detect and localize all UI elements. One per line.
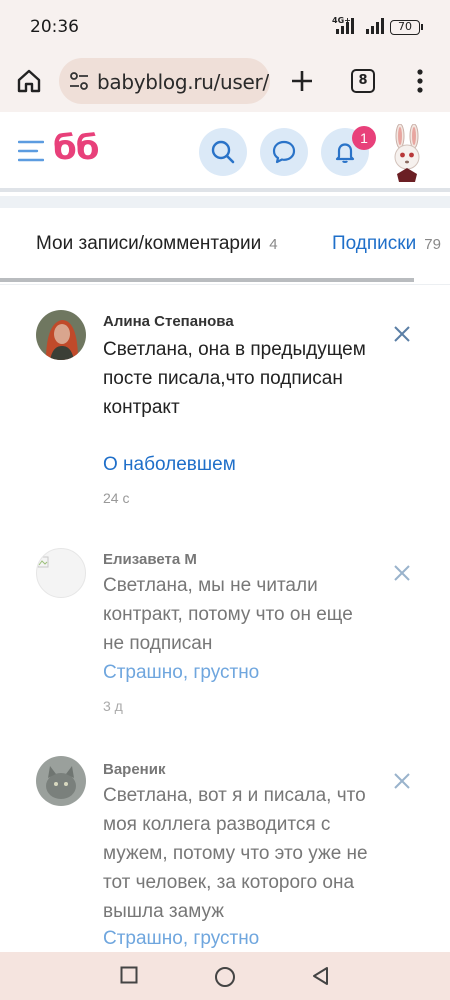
comment-post-link[interactable]: Страшно, грустно bbox=[103, 662, 259, 684]
comments-panel: Мои записи/комментарии 4 Подписки 79 Алина… bbox=[0, 208, 450, 952]
author-photo bbox=[36, 756, 86, 806]
header-gap bbox=[0, 196, 450, 208]
user-avatar[interactable] bbox=[389, 124, 425, 182]
close-icon[interactable] bbox=[393, 772, 411, 790]
recent-apps-icon[interactable] bbox=[120, 966, 138, 984]
tab-switcher-button[interactable]: 8 bbox=[351, 69, 375, 93]
comment-text: Светлана, мы не читали контракт, потому … bbox=[103, 575, 353, 654]
author-photo bbox=[36, 310, 86, 360]
site-header: бб 1 bbox=[0, 112, 450, 192]
comment-author[interactable]: Вареник bbox=[103, 761, 165, 778]
comment-time: 3 д bbox=[103, 698, 123, 714]
back-icon[interactable] bbox=[311, 966, 329, 986]
tab-bar: Мои записи/комментарии 4 Подписки 79 bbox=[0, 208, 450, 284]
tab-my-posts[interactable]: Мои записи/комментарии 4 bbox=[36, 233, 278, 255]
comment-time: 24 с bbox=[103, 490, 130, 506]
broken-image-icon bbox=[37, 556, 49, 568]
new-tab-icon[interactable] bbox=[290, 69, 314, 93]
comment-text: Светлана, вот я и писала, что моя коллег… bbox=[103, 785, 368, 922]
comment-text: Светлана, она в предыдущем посте писала,… bbox=[103, 339, 366, 418]
tab-subscriptions-count: 79 bbox=[424, 236, 441, 253]
divider bbox=[0, 284, 450, 285]
messages-button[interactable] bbox=[260, 128, 308, 176]
comment-author[interactable]: Елизавета М bbox=[103, 551, 197, 568]
comment-author-avatar[interactable] bbox=[36, 310, 86, 360]
close-icon[interactable] bbox=[393, 325, 411, 343]
search-icon bbox=[211, 140, 235, 164]
comment-author[interactable]: Алина Степанова bbox=[103, 313, 234, 330]
cell-signal-icon bbox=[336, 18, 354, 34]
url-text: babyblog.ru/user/n bbox=[97, 70, 270, 94]
battery-icon: 70 bbox=[390, 20, 423, 35]
system-nav-bar bbox=[0, 952, 450, 1000]
comment-author-avatar[interactable] bbox=[36, 756, 86, 806]
address-bar[interactable]: babyblog.ru/user/n bbox=[59, 58, 270, 104]
chat-icon bbox=[272, 140, 296, 164]
tab-subscriptions-label: Подписки bbox=[332, 233, 417, 254]
status-bar: 20:36 4G+ 70 bbox=[0, 0, 450, 52]
site-settings-icon[interactable] bbox=[69, 71, 89, 91]
home-circle-icon[interactable] bbox=[214, 966, 236, 988]
hamburger-menu-icon[interactable] bbox=[18, 140, 44, 162]
browser-toolbar: babyblog.ru/user/n 8 bbox=[0, 52, 450, 112]
site-logo[interactable]: бб bbox=[53, 128, 99, 168]
home-icon[interactable] bbox=[16, 68, 42, 94]
search-button[interactable] bbox=[199, 128, 247, 176]
active-tab-indicator bbox=[0, 278, 414, 282]
more-menu-icon[interactable] bbox=[414, 68, 426, 94]
comment-post-link[interactable]: Страшно, грустно bbox=[103, 928, 259, 950]
tab-my-posts-label: Мои записи/комментарии bbox=[36, 233, 262, 254]
close-icon[interactable] bbox=[393, 564, 411, 582]
cell-signal-2-icon bbox=[366, 18, 384, 34]
comment-author-avatar[interactable] bbox=[36, 548, 86, 598]
notification-badge: 1 bbox=[352, 126, 376, 150]
tab-my-posts-count: 4 bbox=[269, 236, 278, 253]
tab-subscriptions[interactable]: Подписки 79 bbox=[332, 233, 441, 255]
comment-post-link[interactable]: О наболевшем bbox=[103, 454, 236, 476]
clock: 20:36 bbox=[30, 17, 79, 37]
